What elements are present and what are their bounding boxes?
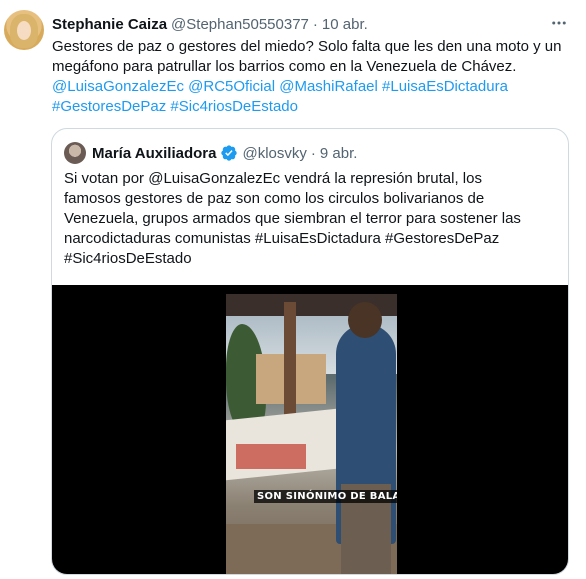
tweet-header: Stephanie Caiza @Stephan50550377 · 10 ab…: [52, 14, 368, 34]
tweet-tags-line: #GestoresDePaz #Sic4riosDeEstado: [52, 97, 578, 117]
mention-link[interactable]: @MashiRafael: [279, 78, 378, 95]
quoted-text-line: famosos gestores de paz son como los cir…: [64, 190, 485, 207]
tweet-text-line: megáfono para patrullar los barrios como…: [52, 58, 517, 75]
quoted-tweet[interactable]: María Auxiliadora @klosvky · 9 abr. Si v…: [51, 128, 569, 575]
separator: ·: [312, 15, 318, 33]
video-frame[interactable]: SON SINÓNIMO DE BALAS: [226, 294, 397, 574]
display-name[interactable]: Stephanie Caiza: [52, 16, 167, 33]
mention-link[interactable]: @LuisaGonzalezEc: [52, 78, 184, 95]
video-banner-detail: [236, 444, 306, 469]
tweet-date[interactable]: 10 abr.: [322, 16, 368, 33]
quoted-avatar[interactable]: [64, 142, 86, 164]
verified-badge-icon: [220, 144, 238, 162]
video-caption: SON SINÓNIMO DE BALAS: [254, 490, 397, 503]
hashtag-link[interactable]: #Sic4riosDeEstado: [170, 98, 298, 115]
avatar[interactable]: [4, 10, 44, 50]
quoted-text-line: Venezuela, grupos armados que siembran e…: [64, 210, 521, 227]
quoted-text-line: #Sic4riosDeEstado: [64, 250, 192, 267]
handle[interactable]: @Stephan50550377: [171, 16, 309, 33]
tweet[interactable]: Stephanie Caiza @Stephan50550377 · 10 ab…: [0, 0, 586, 579]
quoted-text: Si votan por @LuisaGonzalezEc vendrá la …: [64, 169, 560, 269]
quoted-handle[interactable]: @klosvky: [242, 145, 306, 162]
tweet-tags-line: @LuisaGonzalezEc @RC5Oficial @MashiRafae…: [52, 77, 578, 97]
tweet-text-line: Gestores de paz o gestores del miedo? So…: [52, 38, 562, 55]
quoted-display-name[interactable]: María Auxiliadora: [92, 145, 216, 162]
quoted-text-line: Si votan por @LuisaGonzalezEc vendrá la …: [64, 170, 482, 187]
separator: ·: [310, 144, 316, 162]
mention-link[interactable]: @RC5Oficial: [188, 78, 275, 95]
video-player[interactable]: SON SINÓNIMO DE BALAS: [52, 285, 568, 574]
hashtag-link[interactable]: #GestoresDePaz: [52, 98, 166, 115]
hashtag-link[interactable]: #LuisaEsDictadura: [382, 78, 508, 95]
quoted-header: María Auxiliadora @klosvky · 9 abr.: [92, 143, 357, 163]
quoted-date[interactable]: 9 abr.: [320, 145, 358, 162]
quoted-text-line: narcodictaduras comunistas #LuisaEsDicta…: [64, 230, 500, 247]
video-person-head: [348, 302, 382, 338]
avatar-face: [17, 21, 31, 40]
tweet-text: Gestores de paz o gestores del miedo? So…: [52, 37, 578, 117]
more-horizontal-icon[interactable]: [547, 12, 571, 34]
